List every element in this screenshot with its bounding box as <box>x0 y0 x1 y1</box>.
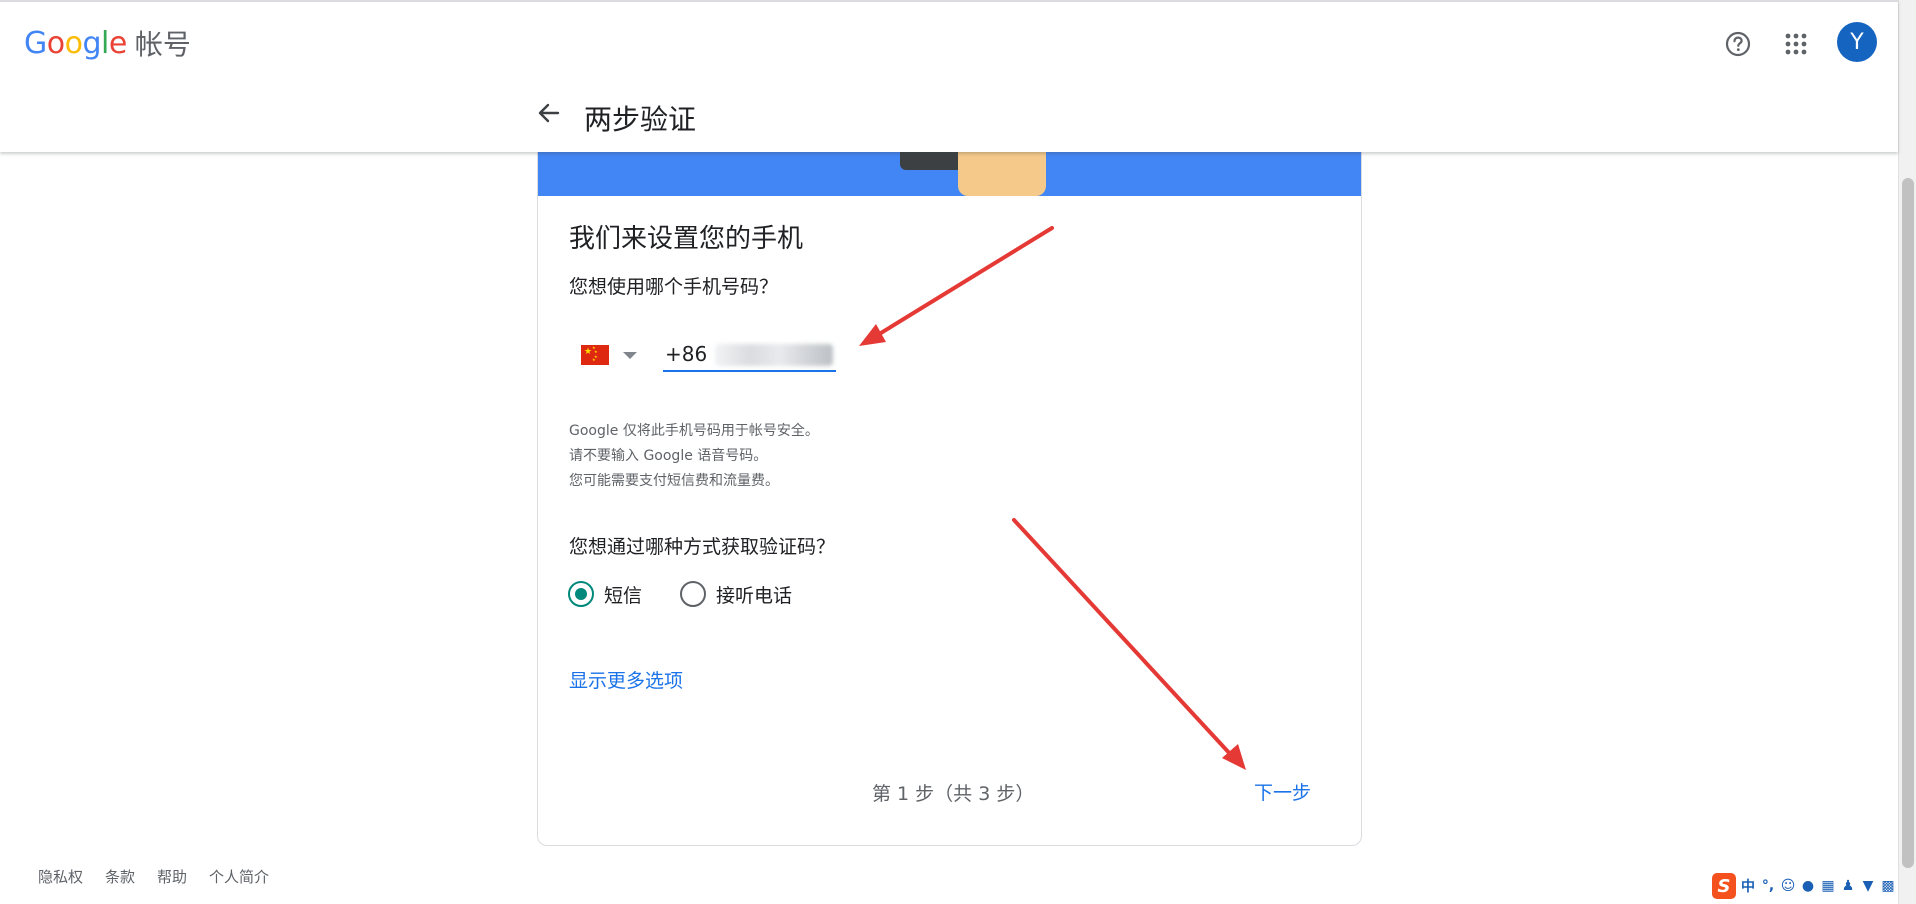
footer-links: 隐私权 条款 帮助 个人简介 <box>38 866 269 887</box>
keyboard-icon[interactable]: ▦ <box>1820 878 1836 894</box>
logo-letter: l <box>101 25 109 61</box>
method-question: 您想通过哪种方式获取验证码？ <box>569 536 836 558</box>
next-button[interactable]: 下一步 <box>1246 773 1319 809</box>
note-voice-number: 请不要输入 Google 语音号码。 <box>569 448 768 464</box>
country-selector[interactable]: ★ ★ ★ ★ ★ <box>581 340 653 370</box>
logo-letter: o <box>64 25 83 61</box>
dropdown-caret-icon <box>623 351 637 359</box>
footer-link-help[interactable]: 帮助 <box>157 866 187 887</box>
note-security: Google 仅将此手机号码用于帐号安全。 <box>569 423 819 439</box>
logo-letter: G <box>24 25 47 61</box>
skin-icon[interactable]: ▼ <box>1860 878 1876 894</box>
more-options-link[interactable]: 显示更多选项 <box>569 666 683 693</box>
google-account-logo[interactable]: Google 帐号 <box>24 24 191 62</box>
card-heading: 我们来设置您的手机 <box>569 224 804 254</box>
footer-link-profile[interactable]: 个人简介 <box>209 866 269 887</box>
page-scrollbar[interactable] <box>1898 0 1916 904</box>
china-flag-icon: ★ ★ ★ ★ ★ <box>581 345 609 365</box>
radio-sms-circle[interactable] <box>568 581 594 607</box>
punctuation-icon[interactable]: °, <box>1760 878 1776 894</box>
country-code: +86 <box>665 342 708 366</box>
header-top-border <box>0 0 1898 2</box>
footer-link-privacy[interactable]: 隐私权 <box>38 866 83 887</box>
logo-letter: o <box>46 25 65 61</box>
avatar[interactable]: Y <box>1837 22 1877 62</box>
scrollbar-thumb[interactable] <box>1902 178 1914 868</box>
microphone-icon[interactable]: ● <box>1800 878 1816 894</box>
radio-call[interactable]: 接听电话 <box>680 580 792 608</box>
app-header: Google 帐号 Y 两步验证 <box>0 0 1898 152</box>
note-fees: 您可能需要支付短信费和流量费。 <box>569 473 779 489</box>
product-name: 帐号 <box>134 28 191 61</box>
radio-sms[interactable]: 短信 <box>568 580 642 608</box>
page-title: 两步验证 <box>584 103 697 136</box>
sogou-logo-icon[interactable]: S <box>1712 873 1736 899</box>
phone-question: 您想使用哪个手机号码？ <box>569 276 779 298</box>
tools-icon[interactable]: ♟ <box>1840 878 1856 894</box>
back-arrow-icon[interactable] <box>532 96 566 130</box>
redacted-phone-number <box>715 344 833 366</box>
radio-call-circle[interactable] <box>680 581 706 607</box>
footer-link-terms[interactable]: 条款 <box>105 866 135 887</box>
ime-toolbar[interactable]: S 中 °, ☺ ● ▦ ♟ ▼ ▩ <box>1712 872 1896 900</box>
step-indicator: 第 1 步（共 3 步） <box>872 783 1035 805</box>
menu-grid-icon[interactable]: ▩ <box>1880 878 1896 894</box>
logo-letter: e <box>108 25 127 61</box>
radio-sms-label: 短信 <box>604 584 643 607</box>
apps-icon[interactable] <box>1774 22 1818 66</box>
logo-letter: g <box>82 25 102 61</box>
radio-call-label: 接听电话 <box>716 584 793 607</box>
phone-number-input[interactable]: +86 <box>663 338 836 372</box>
ime-mode-indicator[interactable]: 中 <box>1740 876 1756 896</box>
help-icon[interactable] <box>1716 22 1760 66</box>
radio-selected-dot <box>575 588 587 600</box>
emoji-icon[interactable]: ☺ <box>1780 878 1796 894</box>
